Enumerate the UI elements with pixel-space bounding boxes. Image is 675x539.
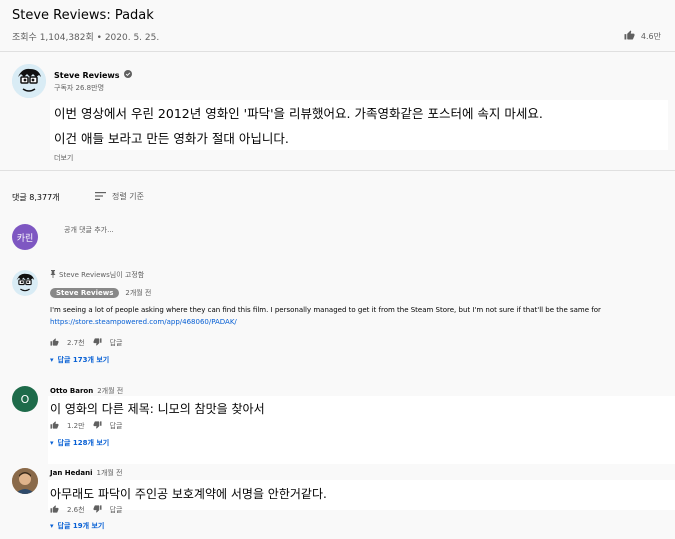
video-meta: 조회수 1,104,382회 • 2020. 5. 25. — [12, 33, 160, 43]
channel-name[interactable]: Steve Reviews — [54, 71, 120, 80]
sort-icon — [95, 191, 106, 202]
comment-avatar[interactable] — [12, 468, 38, 494]
thumbs-down-icon[interactable] — [93, 421, 102, 431]
sort-button[interactable]: 정렬 기준 — [95, 191, 144, 202]
description-line-2: 이건 애들 보라고 만든 영화가 절대 아닙니다. — [54, 131, 289, 146]
subscriber-count: 구독자 26.8만명 — [54, 84, 105, 92]
comment-avatar[interactable]: O — [12, 386, 38, 412]
comment-actions: 2.7천 답글 — [50, 338, 122, 348]
comment-text: 아무래도 파닥이 주인공 보호계약에 서명을 안한거같다. — [50, 487, 327, 501]
reply-button[interactable]: 답글 — [110, 421, 123, 431]
comment-author[interactable]: Otto Baron — [50, 387, 93, 395]
view-replies-button[interactable]: ▾ 답글 128개 보기 — [50, 438, 109, 448]
thumbs-up-icon[interactable] — [50, 505, 59, 515]
steve-face-icon — [12, 64, 46, 98]
comment-text: 이 영화의 다른 제목: 니모의 참맛을 찾아서 — [50, 402, 265, 416]
description-line-1: 이번 영상에서 우린 2012년 영화인 '파닥'을 리뷰했어요. 가족영화같은… — [54, 106, 543, 121]
pinned-text: Steve Reviews님이 고정함 — [59, 271, 145, 279]
comment-actions: 1.2만 답글 — [50, 421, 122, 431]
person-photo-icon — [12, 468, 38, 494]
sort-label: 정렬 기준 — [112, 192, 144, 201]
view-replies-label: 답글 128개 보기 — [57, 439, 110, 447]
comment-time[interactable]: 2개월 전 — [97, 386, 123, 396]
caret-down-icon: ▾ — [50, 522, 54, 530]
thumbs-up-icon — [624, 30, 635, 42]
caret-down-icon: ▾ — [50, 439, 54, 447]
comment-count: 댓글 8,377개 — [12, 193, 60, 202]
channel-name-row[interactable]: Steve Reviews — [54, 70, 132, 80]
add-comment-input[interactable]: 공개 댓글 추가... — [64, 225, 664, 239]
pinned-label: Steve Reviews님이 고정함 — [50, 270, 144, 280]
view-replies-button[interactable]: ▾ 답글 173개 보기 — [50, 355, 109, 365]
comment-like-count: 2.6천 — [67, 506, 85, 514]
comment-like-count: 1.2만 — [67, 422, 85, 430]
comment-time[interactable]: 2개월 전 — [125, 288, 151, 298]
comment-avatar[interactable] — [12, 270, 38, 296]
comment-link[interactable]: https://store.steampowered.com/app/46806… — [50, 318, 237, 326]
user-avatar: 카린 — [12, 224, 38, 250]
thumbs-up-icon[interactable] — [50, 338, 59, 348]
thumbs-down-icon[interactable] — [93, 338, 102, 348]
comment-header: Jan Hedani 1개월 전 — [50, 468, 122, 478]
divider — [0, 51, 675, 52]
caret-down-icon: ▾ — [50, 356, 54, 364]
comment-actions: 2.6천 답글 — [50, 505, 122, 515]
pin-icon — [50, 270, 56, 280]
view-replies-button[interactable]: ▾ 답글 19개 보기 — [50, 521, 104, 531]
comment-author[interactable]: Jan Hedani — [50, 469, 92, 477]
video-title: Steve Reviews: Padak — [12, 8, 154, 23]
show-more-link[interactable]: 더보기 — [54, 153, 73, 163]
steve-face-icon — [12, 270, 38, 296]
like-button[interactable]: 4.6만 — [624, 30, 661, 42]
reply-button[interactable]: 답글 — [110, 505, 123, 515]
comment-time[interactable]: 1개월 전 — [96, 468, 122, 478]
comment-like-count: 2.7천 — [67, 339, 85, 347]
divider — [0, 170, 675, 171]
view-replies-label: 답글 173개 보기 — [57, 356, 110, 364]
verified-check-icon — [123, 70, 132, 80]
like-count: 4.6만 — [640, 31, 661, 41]
author-chip[interactable]: Steve Reviews — [50, 288, 120, 298]
thumbs-up-icon[interactable] — [50, 421, 59, 431]
channel-avatar[interactable] — [12, 64, 46, 98]
view-replies-label: 답글 19개 보기 — [57, 522, 105, 530]
reply-button[interactable]: 답글 — [110, 338, 123, 348]
comment-header: Otto Baron 2개월 전 — [50, 386, 123, 396]
comment-text: I'm seeing a lot of people asking where … — [50, 306, 601, 314]
comment-header: Steve Reviews 2개월 전 — [50, 288, 151, 298]
thumbs-down-icon[interactable] — [93, 505, 102, 515]
